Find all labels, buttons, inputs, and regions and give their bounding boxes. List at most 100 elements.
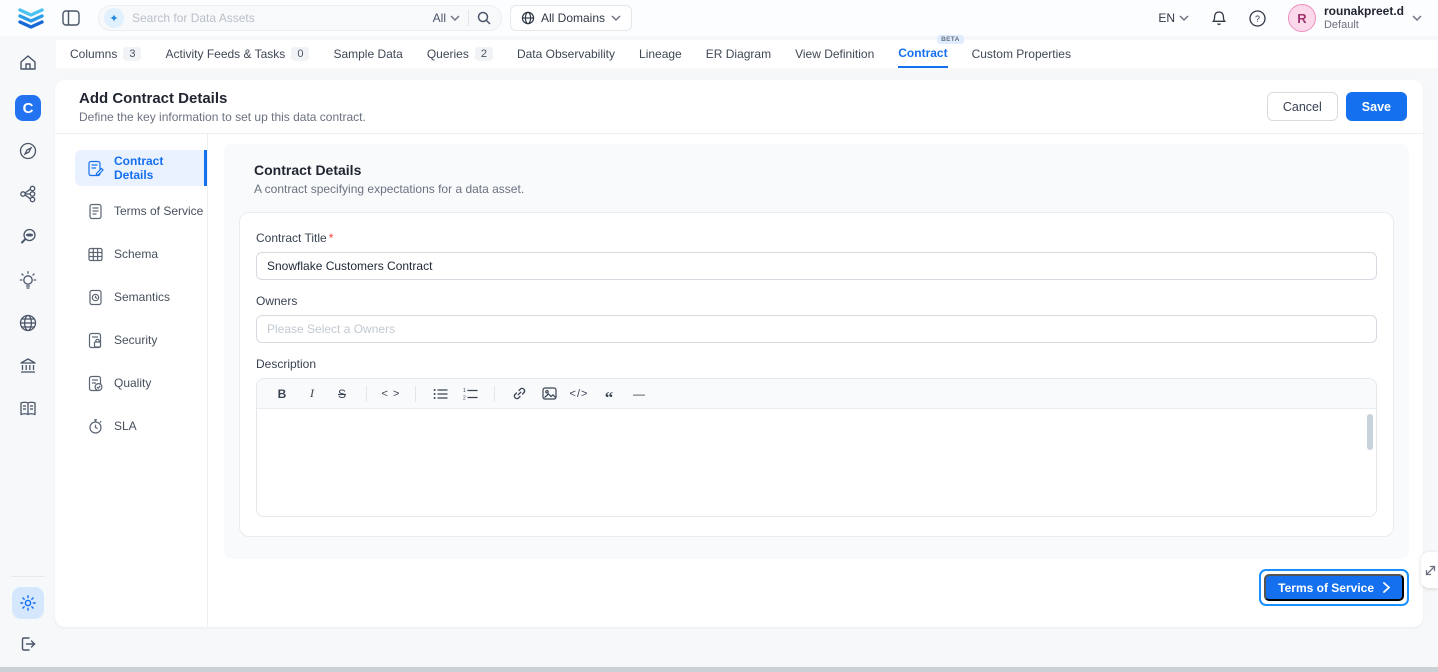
nav-item-quality[interactable]: Quality bbox=[75, 365, 207, 401]
search-scope-dropdown[interactable]: All bbox=[433, 11, 460, 25]
description-label: Description bbox=[256, 357, 1377, 371]
side-panel-handle[interactable] bbox=[1421, 552, 1438, 588]
domains-selector[interactable]: All Domains bbox=[510, 5, 632, 31]
sidebar-item-collate-ai[interactable]: C bbox=[15, 95, 41, 121]
tab-custom-properties[interactable]: Custom Properties bbox=[972, 40, 1071, 68]
section-subtitle: A contract specifying expectations for a… bbox=[254, 182, 1394, 196]
owners-select-input[interactable] bbox=[256, 315, 1377, 343]
network-share-icon bbox=[21, 192, 25, 196]
tab-view-definition[interactable]: View Definition bbox=[795, 40, 874, 68]
globe-icon bbox=[521, 11, 535, 25]
app-logo-icon[interactable] bbox=[16, 4, 46, 32]
document-edit-icon bbox=[87, 160, 104, 177]
sidebar-toggle-icon[interactable] bbox=[62, 10, 80, 26]
focus-highlight-ring: Terms of Service bbox=[1259, 569, 1409, 606]
divider bbox=[366, 386, 367, 402]
sidebar-item-logout[interactable] bbox=[17, 633, 39, 655]
cancel-button[interactable]: Cancel bbox=[1267, 92, 1338, 121]
search-icon[interactable] bbox=[477, 11, 491, 25]
home-icon bbox=[21, 56, 35, 69]
sidebar-item-settings[interactable] bbox=[12, 587, 44, 619]
link-icon[interactable] bbox=[506, 383, 532, 405]
language-selector[interactable]: EN bbox=[1158, 11, 1189, 25]
tab-data-observability[interactable]: Data Observability bbox=[517, 40, 615, 68]
ai-sparkle-icon[interactable]: ✦ bbox=[104, 8, 124, 28]
sidebar-item-home[interactable] bbox=[17, 52, 39, 74]
entity-tab-bar: Columns 3 Activity Feeds & Tasks 0 Sampl… bbox=[56, 40, 1438, 68]
contract-step-nav: Contract Details Terms of Service Schema… bbox=[55, 134, 208, 627]
beta-badge: BETA bbox=[937, 35, 963, 44]
contract-editor-card: Add Contract Details Define the key info… bbox=[55, 80, 1423, 627]
nav-item-terms-of-service[interactable]: Terms of Service bbox=[75, 193, 207, 229]
italic-icon[interactable]: I bbox=[299, 383, 325, 405]
contract-details-panel: Contract Details A contract specifying e… bbox=[224, 144, 1409, 559]
lightbulb-icon bbox=[24, 276, 32, 284]
document-check-icon bbox=[87, 375, 104, 392]
blockquote-icon[interactable]: “ bbox=[596, 383, 622, 405]
contract-title-label: Contract Title* bbox=[256, 231, 1377, 245]
numbered-list-icon[interactable]: 1 2 bbox=[457, 383, 483, 405]
save-button[interactable]: Save bbox=[1346, 92, 1407, 121]
page-title: Add Contract Details bbox=[79, 90, 366, 107]
inline-code-icon[interactable]: < > bbox=[378, 383, 404, 405]
strikethrough-icon[interactable]: S bbox=[329, 383, 355, 405]
user-team: Default bbox=[1324, 19, 1404, 32]
domains-label: All Domains bbox=[541, 11, 605, 25]
stopwatch-icon bbox=[87, 418, 104, 435]
tab-count-badge: 2 bbox=[475, 47, 493, 61]
user-menu[interactable]: R rounakpreet.d Default bbox=[1288, 4, 1422, 32]
svg-text:2: 2 bbox=[463, 395, 466, 400]
notifications-bell-icon[interactable] bbox=[1211, 10, 1227, 27]
horizontal-rule-icon[interactable]: — bbox=[626, 383, 652, 405]
code-block-icon[interactable]: </> bbox=[566, 383, 592, 405]
description-editor-content[interactable] bbox=[257, 409, 1376, 516]
top-navigation-bar: ✦ All All Domains EN ? R bbox=[0, 0, 1438, 36]
editor-scrollbar[interactable] bbox=[1367, 414, 1373, 450]
sidebar-item-insights[interactable] bbox=[17, 269, 39, 291]
nav-item-semantics[interactable]: Semantics bbox=[75, 279, 207, 315]
tab-contract[interactable]: Contract BETA bbox=[898, 40, 947, 68]
global-search[interactable]: ✦ All bbox=[98, 5, 502, 31]
bold-icon[interactable]: B bbox=[269, 383, 295, 405]
tab-lineage[interactable]: Lineage bbox=[639, 40, 682, 68]
tab-columns[interactable]: Columns 3 bbox=[70, 40, 141, 68]
nav-item-schema[interactable]: Schema bbox=[75, 236, 207, 272]
chevron-down-icon bbox=[611, 15, 621, 21]
owners-label: Owners bbox=[256, 294, 1377, 308]
avatar: R bbox=[1288, 4, 1316, 32]
document-lines-icon bbox=[87, 203, 104, 220]
nav-item-contract-details[interactable]: Contract Details bbox=[75, 150, 207, 186]
tab-sample-data[interactable]: Sample Data bbox=[333, 40, 402, 68]
expand-icon bbox=[1425, 565, 1436, 576]
search-input[interactable] bbox=[132, 11, 425, 25]
next-step-terms-of-service-button[interactable]: Terms of Service bbox=[1264, 574, 1404, 601]
contract-details-form: Contract Title* Owners Description B I S… bbox=[239, 212, 1394, 537]
sidebar-item-domains[interactable] bbox=[17, 312, 39, 334]
search-scope-label: All bbox=[433, 11, 446, 25]
sidebar-item-governance[interactable] bbox=[17, 355, 39, 377]
nav-item-security[interactable]: Security bbox=[75, 322, 207, 358]
svg-text:1: 1 bbox=[463, 388, 466, 394]
svg-text:?: ? bbox=[1255, 14, 1260, 24]
tab-queries[interactable]: Queries 2 bbox=[427, 40, 493, 68]
tab-er-diagram[interactable]: ER Diagram bbox=[706, 40, 771, 68]
sidebar-item-lineage[interactable] bbox=[17, 183, 39, 205]
divider bbox=[494, 386, 495, 402]
language-label: EN bbox=[1158, 11, 1175, 25]
contract-title-input[interactable] bbox=[256, 252, 1377, 280]
gear-icon bbox=[19, 594, 37, 612]
sidebar-item-glossary[interactable] bbox=[17, 398, 39, 420]
required-asterisk: * bbox=[329, 231, 334, 245]
sidebar-item-observability[interactable] bbox=[17, 226, 39, 248]
chevron-down-icon bbox=[450, 15, 460, 21]
image-icon[interactable] bbox=[536, 383, 562, 405]
tab-activity-feeds[interactable]: Activity Feeds & Tasks 0 bbox=[165, 40, 309, 68]
table-grid-icon bbox=[87, 246, 104, 263]
bulleted-list-icon[interactable] bbox=[427, 383, 453, 405]
divider bbox=[11, 576, 45, 577]
app-sidebar: C bbox=[0, 36, 56, 667]
help-icon[interactable]: ? bbox=[1249, 10, 1266, 27]
editor-toolbar: B I S < > bbox=[257, 379, 1376, 409]
nav-item-sla[interactable]: SLA bbox=[75, 408, 207, 444]
sidebar-item-explore[interactable] bbox=[17, 140, 39, 162]
